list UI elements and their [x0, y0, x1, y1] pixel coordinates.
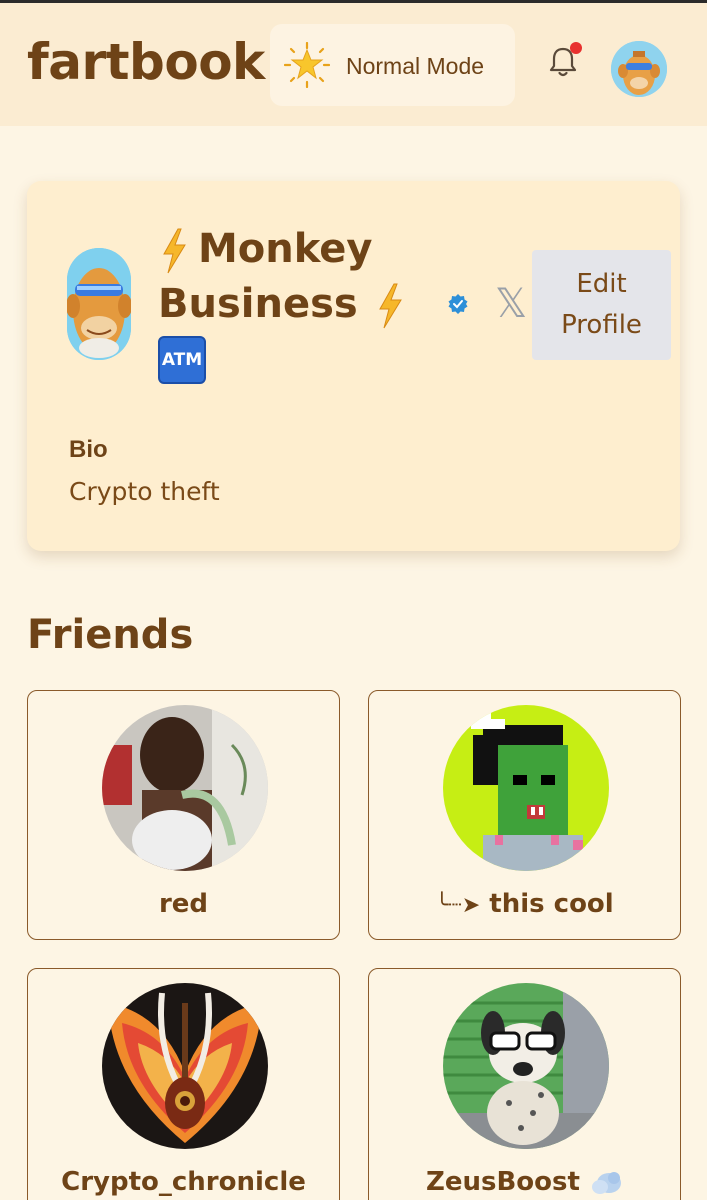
app-logo[interactable]: fartbook [27, 33, 265, 91]
friend-card-crypto-chronicle[interactable]: Crypto_chronicle [27, 968, 340, 1200]
bio-heading: Bio [69, 436, 108, 463]
friend-avatar [102, 983, 268, 1149]
lightning-icon [378, 283, 402, 329]
glowing-star-icon [284, 42, 330, 88]
profile-label: Profile [561, 310, 642, 340]
friend-name-row: ╰┈➤ this cool [369, 889, 680, 919]
friend-name-row: ZeusBoost [369, 1167, 680, 1197]
top-header: fartbook Normal Mode [0, 3, 707, 126]
friend-card-this-cool[interactable]: ╰┈➤ this cool [368, 690, 681, 940]
x-social-icon[interactable]: 𝕏 [495, 281, 527, 327]
mode-label: Normal Mode [346, 53, 485, 79]
friend-avatar [443, 705, 609, 871]
atm-emoji-icon: ATM [158, 336, 206, 384]
profile-name-second: Business [158, 281, 358, 327]
atm-label: ATM [161, 350, 203, 370]
mode-toggle-button[interactable]: Normal Mode [270, 24, 515, 106]
friend-avatar [443, 983, 609, 1149]
user-avatar[interactable] [611, 41, 667, 97]
edit-label: Edit [576, 269, 627, 299]
profile-avatar [67, 248, 131, 360]
arrow-decoration: ╰┈➤ [435, 893, 481, 918]
dash-cloud-icon [591, 1171, 621, 1194]
lightning-icon [163, 228, 186, 274]
friend-card-red[interactable]: red [27, 690, 340, 940]
notification-dot [570, 42, 582, 54]
edit-profile-button[interactable]: Edit Profile [532, 250, 671, 360]
friend-name: red [158, 889, 209, 919]
friend-name: ZeusBoost [426, 1167, 580, 1197]
friend-name: this cool [489, 889, 614, 919]
profile-name-first: Monkey [198, 226, 373, 272]
notification-bell-icon[interactable] [543, 41, 583, 81]
profile-name-line-2: Business [158, 281, 404, 329]
profile-name-line-1: Monkey [160, 226, 373, 274]
friends-heading: Friends [27, 612, 194, 658]
friend-name: Crypto_chronicle [61, 1167, 306, 1197]
profile-card: Monkey Business ATM 𝕏 Edit Profile Bio Cr… [27, 181, 680, 551]
friend-avatar [102, 705, 268, 871]
bio-text: Crypto theft [69, 477, 220, 506]
verified-badge-icon [448, 294, 468, 314]
friend-card-zeusboost[interactable]: ZeusBoost [368, 968, 681, 1200]
